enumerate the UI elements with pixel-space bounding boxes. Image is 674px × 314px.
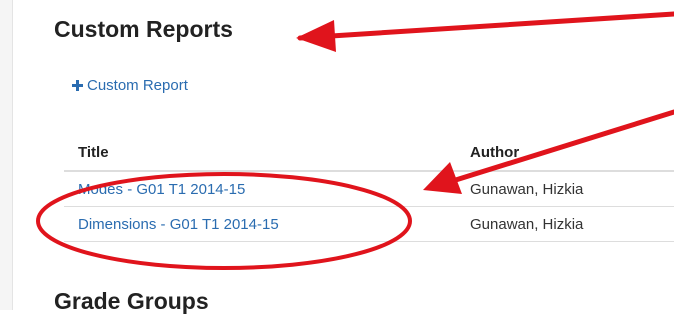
report-title-cell: Dimensions - G01 T1 2014-15: [64, 206, 456, 242]
custom-reports-table: Title Author Modes - G01 T1 2014-15 Guna…: [64, 134, 674, 242]
column-header-title[interactable]: Title: [64, 134, 456, 172]
report-title-link[interactable]: Dimensions - G01 T1 2014-15: [78, 216, 279, 233]
table-row: Modes - G01 T1 2014-15 Gunawan, Hizkia: [64, 171, 674, 207]
report-author-cell: Gunawan, Hizkia: [456, 171, 674, 207]
report-title-cell: Modes - G01 T1 2014-15: [64, 171, 456, 207]
annotation-arrowhead-title: [296, 20, 336, 52]
add-custom-report-label: Custom Report: [87, 77, 188, 94]
plus-icon: [72, 80, 83, 91]
report-author-cell: Gunawan, Hizkia: [456, 206, 674, 242]
table-header-row: Title Author: [64, 134, 674, 172]
add-custom-report-link[interactable]: Custom Report: [72, 78, 188, 93]
annotation-arrow-to-title: [297, 11, 674, 41]
left-divider: [12, 0, 13, 310]
table-row: Dimensions - G01 T1 2014-15 Gunawan, Hiz…: [64, 206, 674, 242]
column-header-author[interactable]: Author: [456, 134, 674, 172]
left-gutter: [0, 0, 12, 310]
report-title-link[interactable]: Modes - G01 T1 2014-15: [78, 181, 245, 198]
section-title: Custom Reports: [54, 16, 233, 42]
